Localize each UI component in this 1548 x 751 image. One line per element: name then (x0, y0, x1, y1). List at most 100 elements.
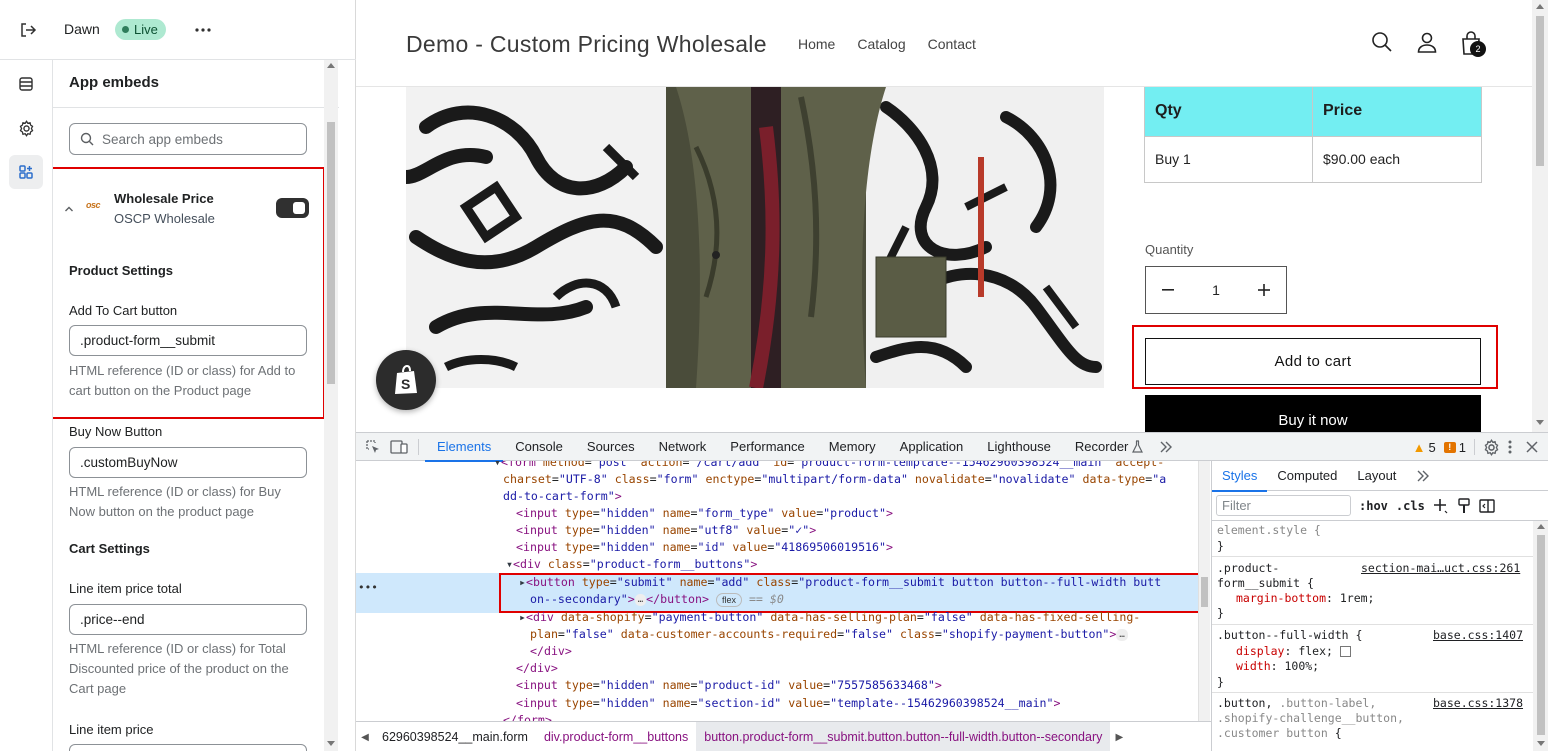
dom-line-div-close[interactable]: </div> (530, 643, 572, 660)
dom-line-form-close[interactable]: </form> (503, 712, 552, 721)
rule-source-link[interactable]: base.css:1407 (1433, 628, 1523, 643)
breadcrumb-button[interactable]: button.product-form__submit.button.butto… (696, 721, 1111, 751)
minus-icon[interactable] (1160, 282, 1176, 298)
element-style-rule[interactable]: element.style { } (1212, 521, 1533, 557)
scroll-down-icon[interactable] (327, 741, 335, 746)
flex-editor-icon[interactable] (1339, 646, 1351, 657)
collapsed-children-pill[interactable]: … (1116, 628, 1128, 641)
dom-line-form-cont2[interactable]: dd-to-cart-form"> (503, 488, 622, 505)
device-toolbar-icon[interactable] (386, 433, 412, 461)
warnings-counter[interactable]: ▲ 5 (1413, 440, 1436, 455)
rule-declaration[interactable]: margin-bottom: 1rem; (1236, 591, 1374, 606)
editor-scrollbar[interactable] (324, 60, 338, 751)
shopify-bag-icon[interactable]: S (376, 350, 436, 410)
inspect-element-icon[interactable] (360, 433, 386, 461)
editor-scroll-thumb[interactable] (327, 122, 335, 384)
class-toggle[interactable]: .cls (1396, 499, 1425, 513)
search-icon[interactable] (1371, 31, 1395, 55)
breadcrumb-form[interactable]: 62960398524__main.form (374, 722, 536, 751)
nav-home[interactable]: Home (798, 36, 835, 52)
line-price-field[interactable] (69, 744, 307, 751)
breadcrumb-left-icon[interactable]: ◀ (356, 722, 374, 751)
buy-it-now-button[interactable]: Buy it now (1145, 395, 1481, 432)
exit-icon[interactable] (16, 18, 40, 42)
product-image[interactable] (406, 87, 1104, 388)
nav-catalog[interactable]: Catalog (857, 36, 905, 52)
more-actions-icon[interactable] (192, 19, 214, 41)
tab-recorder[interactable]: Recorder (1063, 433, 1147, 461)
tab-performance[interactable]: Performance (718, 433, 816, 461)
tab-network[interactable]: Network (647, 433, 719, 461)
styles-scrollbar[interactable] (1533, 521, 1548, 751)
scroll-down-icon[interactable] (1537, 741, 1545, 746)
dom-scroll-thumb[interactable] (1201, 577, 1208, 607)
dom-line-input-section-id[interactable]: <input type="hidden" name="section-id" v… (516, 695, 1061, 712)
row-actions-dots[interactable]: ••• (358, 579, 378, 596)
breadcrumb-div-buttons[interactable]: div.product-form__buttons (536, 722, 696, 751)
dom-line-div-payment[interactable]: ▸<div data-shopify="payment-button" data… (519, 609, 1140, 626)
scroll-up-icon[interactable] (327, 63, 335, 68)
more-panes-chevron-icon[interactable] (1406, 461, 1440, 491)
tab-elements[interactable]: Elements (425, 433, 504, 462)
tab-console[interactable]: Console (503, 433, 575, 461)
add-to-cart-button[interactable]: Add to cart (1145, 338, 1481, 385)
styles-filter-input[interactable] (1216, 495, 1351, 516)
tab-application[interactable]: Application (888, 433, 976, 461)
elements-dom-tree[interactable]: ••• ▾<form method="post" action="/cart/a… (356, 461, 1198, 721)
plus-icon[interactable] (1256, 282, 1272, 298)
rule-declaration[interactable]: width: 100%; (1236, 659, 1319, 674)
rule-source-link[interactable]: base.css:1378 (1433, 696, 1523, 711)
new-style-rule-icon[interactable] (1433, 498, 1449, 514)
dom-tree-scrollbar[interactable] (1198, 461, 1210, 721)
chevron-up-icon[interactable] (64, 201, 74, 219)
embed-enabled-toggle[interactable] (276, 198, 309, 218)
dom-line-input-utf8[interactable]: <input type="hidden" name="utf8" value="… (516, 522, 816, 539)
button-rule[interactable]: .button, .button-label, .shopify-challen… (1212, 693, 1533, 751)
search-input[interactable] (102, 131, 292, 147)
tab-layout[interactable]: Layout (1347, 461, 1406, 491)
nav-contact[interactable]: Contact (928, 36, 976, 52)
scroll-down-icon[interactable] (1536, 420, 1544, 425)
product-form-submit-rule[interactable]: .product- form__submit { section-mai…uct… (1212, 557, 1533, 625)
close-icon[interactable] (1526, 441, 1538, 453)
dom-line-input-id[interactable]: <input type="hidden" name="id" value="41… (516, 539, 893, 556)
sections-icon[interactable] (9, 67, 43, 101)
dom-line-div-payment-cont[interactable]: plan="false" data-customer-accounts-requ… (530, 626, 1128, 643)
scroll-up-icon[interactable] (1536, 4, 1544, 9)
dom-line-form-cont[interactable]: charset="UTF-8" class="form" enctype="mu… (503, 471, 1166, 488)
toggle-sidebar-icon[interactable] (1479, 498, 1495, 513)
hover-state-toggle[interactable]: :hov (1359, 499, 1388, 513)
issues-counter[interactable]: ! 1 (1443, 440, 1466, 455)
store-name[interactable]: Demo - Custom Pricing Wholesale (406, 31, 767, 58)
account-icon[interactable] (1416, 31, 1440, 55)
breadcrumb-right-icon[interactable]: ▶ (1110, 722, 1128, 751)
tab-sources[interactable]: Sources (575, 433, 647, 461)
dom-line-form[interactable]: ▾<form method="post" action="/cart/add" … (494, 461, 1164, 471)
styles-scroll-thumb[interactable] (1537, 535, 1545, 735)
dom-line-input-form-type[interactable]: <input type="hidden" name="form_type" va… (516, 505, 893, 522)
preview-scroll-thumb[interactable] (1536, 16, 1544, 166)
dom-line-div-close2[interactable]: </div> (516, 660, 558, 677)
dom-line-div-buttons[interactable]: ▾<div class="product-form__buttons"> (506, 556, 757, 573)
tab-computed[interactable]: Computed (1267, 461, 1347, 491)
add-to-cart-field[interactable] (69, 325, 307, 356)
search-app-embeds[interactable] (69, 123, 307, 155)
paint-brush-icon[interactable] (1457, 497, 1471, 514)
quantity-input[interactable]: 1 (1196, 282, 1236, 298)
rule-source-link[interactable]: section-mai…uct.css:261 (1361, 561, 1520, 576)
theme-settings-gear-icon[interactable] (9, 111, 43, 145)
tab-lighthouse[interactable]: Lighthouse (975, 433, 1063, 461)
buy-now-field[interactable] (69, 447, 307, 478)
app-embeds-icon[interactable] (9, 155, 43, 189)
tab-memory[interactable]: Memory (817, 433, 888, 461)
scroll-up-icon[interactable] (1537, 524, 1545, 529)
kebab-menu-icon[interactable] (1508, 440, 1512, 454)
tab-styles[interactable]: Styles (1212, 461, 1268, 492)
button-full-width-rule[interactable]: .button--full-width { base.css:1407 disp… (1212, 625, 1533, 693)
settings-gear-icon[interactable] (1483, 438, 1500, 456)
preview-scrollbar[interactable] (1532, 0, 1548, 432)
more-tabs-chevron-icon[interactable] (1153, 433, 1179, 461)
rule-declaration[interactable]: display: flex; (1236, 644, 1351, 659)
dom-line-input-product-id[interactable]: <input type="hidden" name="product-id" v… (516, 677, 942, 694)
line-total-field[interactable] (69, 604, 307, 635)
